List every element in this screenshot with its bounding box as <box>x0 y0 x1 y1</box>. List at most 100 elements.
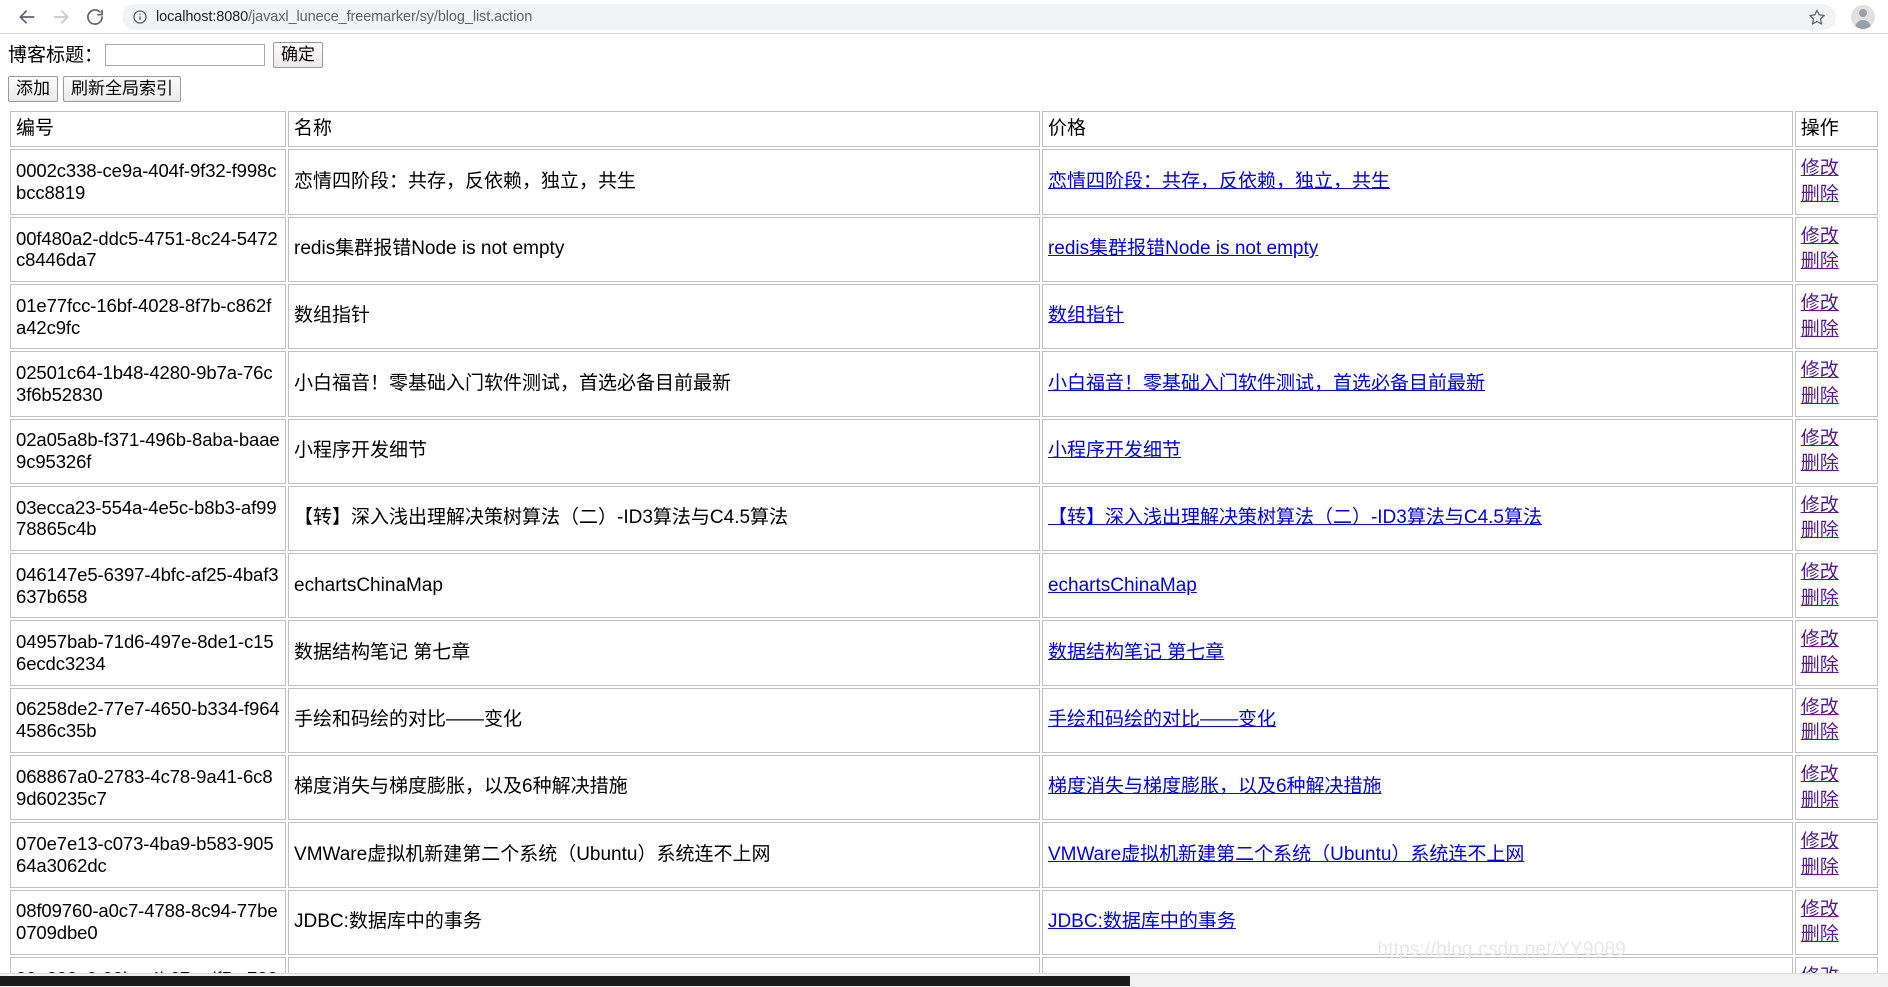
blog-detail-link[interactable]: 小程序开发细节 <box>1048 440 1181 461</box>
blog-detail-link[interactable]: redis集群报错Node is not empty <box>1048 238 1318 259</box>
blog-detail-link[interactable]: 小白福音！零基础入门软件测试，首选必备目前最新 <box>1048 373 1485 394</box>
edit-link[interactable]: 修改 <box>1801 493 1873 519</box>
cell-id: 03ecca23-554a-4e5c-b8b3-af9978865c4b <box>10 485 287 552</box>
cell-id: 02a05a8b-f371-496b-8aba-baae9c95326f <box>10 418 287 484</box>
cell-actions: 修改删除 <box>1794 553 1878 619</box>
scrollbar-thumb[interactable] <box>0 976 1130 986</box>
edit-link[interactable]: 修改 <box>1801 291 1873 317</box>
blog-table: 编号 名称 价格 操作 0002c338-ce9a-404f-9f32-f998… <box>8 109 1880 987</box>
delete-link[interactable]: 删除 <box>1801 922 1873 948</box>
browser-toolbar: localhost:8080/javaxl_lunece_freemarker/… <box>0 0 1888 34</box>
star-icon[interactable] <box>1808 8 1826 26</box>
cell-id: 0002c338-ce9a-404f-9f32-f998cbcc8819 <box>10 149 287 215</box>
url-path: /javaxl_lunece_freemarker/sy/blog_list.a… <box>248 8 533 25</box>
delete-link[interactable]: 删除 <box>1801 384 1873 410</box>
cell-price: 恋情四阶段：共存，反依赖，独立，共生 <box>1041 149 1793 215</box>
cell-actions: 修改删除 <box>1794 418 1878 484</box>
cell-id: 08f09760-a0c7-4788-8c94-77be0709dbe0 <box>10 889 287 955</box>
cell-actions: 修改删除 <box>1794 822 1878 888</box>
cell-price: 手绘和码绘的对比——变化 <box>1041 687 1793 753</box>
cell-name: 手绘和码绘的对比——变化 <box>288 687 1040 753</box>
refresh-index-button[interactable]: 刷新全局索引 <box>63 76 181 102</box>
delete-link[interactable]: 删除 <box>1801 653 1873 679</box>
cell-id: 046147e5-6397-4bfc-af25-4baf3637b658 <box>10 553 287 619</box>
submit-button[interactable]: 确定 <box>273 42 324 68</box>
cell-price: 梯度消失与梯度膨胀，以及6种解决措施 <box>1041 754 1793 821</box>
cell-name: redis集群报错Node is not empty <box>288 216 1040 282</box>
back-button[interactable] <box>10 0 44 34</box>
cell-id: 00f480a2-ddc5-4751-8c24-5472c8446da7 <box>10 216 287 282</box>
info-circle-icon[interactable] <box>132 9 148 25</box>
delete-link[interactable]: 删除 <box>1801 249 1873 275</box>
cell-actions: 修改删除 <box>1794 149 1878 215</box>
blog-detail-link[interactable]: 【转】深入浅出理解决策树算法（二）-ID3算法与C4.5算法 <box>1048 507 1542 528</box>
cell-actions: 修改删除 <box>1794 283 1878 350</box>
edit-link[interactable]: 修改 <box>1801 426 1873 452</box>
column-header-price: 价格 <box>1041 111 1793 148</box>
cell-name: 数据结构笔记 第七章 <box>288 620 1040 686</box>
add-button[interactable]: 添加 <box>8 76 58 102</box>
cell-name: echartsChinaMap <box>288 553 1040 619</box>
delete-link[interactable]: 删除 <box>1801 855 1873 881</box>
table-row: 06258de2-77e7-4650-b334-f9644586c35b 手绘和码… <box>10 687 1878 753</box>
forward-button[interactable] <box>44 0 78 34</box>
url-host: localhost:8080 <box>156 8 249 25</box>
cell-price: 小程序开发细节 <box>1041 418 1793 484</box>
cell-name: JDBC:数据库中的事务 <box>288 889 1040 955</box>
blog-detail-link[interactable]: 梯度消失与梯度膨胀，以及6种解决措施 <box>1048 776 1382 797</box>
delete-link[interactable]: 删除 <box>1801 518 1873 544</box>
cell-actions: 修改删除 <box>1794 754 1878 821</box>
cell-actions: 修改删除 <box>1794 620 1878 686</box>
delete-link[interactable]: 删除 <box>1801 317 1873 343</box>
blog-detail-link[interactable]: VMWare虚拟机新建第二个系统（Ubuntu）系统连不上网 <box>1048 844 1524 865</box>
reload-icon <box>87 8 103 25</box>
reload-button[interactable] <box>78 0 112 34</box>
table-row: 0002c338-ce9a-404f-9f32-f998cbcc8819 恋情四阶… <box>10 149 1878 215</box>
cell-price: 【转】深入浅出理解决策树算法（二）-ID3算法与C4.5算法 <box>1041 485 1793 552</box>
page-content: 博客标题： 确定 添加 刷新全局索引 编号 名称 价格 操作 0002c338-… <box>0 34 1888 987</box>
edit-link[interactable]: 修改 <box>1801 897 1873 923</box>
cell-price: VMWare虚拟机新建第二个系统（Ubuntu）系统连不上网 <box>1041 822 1793 888</box>
cell-name: 【转】深入浅出理解决策树算法（二）-ID3算法与C4.5算法 <box>288 485 1040 552</box>
blog-detail-link[interactable]: 恋情四阶段：共存，反依赖，独立，共生 <box>1048 171 1390 192</box>
cell-price: redis集群报错Node is not empty <box>1041 216 1793 282</box>
blog-detail-link[interactable]: 手绘和码绘的对比——变化 <box>1048 709 1276 730</box>
blog-detail-link[interactable]: JDBC:数据库中的事务 <box>1048 911 1236 932</box>
edit-link[interactable]: 修改 <box>1801 358 1873 384</box>
edit-link[interactable]: 修改 <box>1801 156 1873 182</box>
cell-id: 070e7e13-c073-4ba9-b583-90564a3062dc <box>10 822 287 888</box>
delete-link[interactable]: 删除 <box>1801 788 1873 814</box>
delete-link[interactable]: 删除 <box>1801 586 1873 612</box>
table-row: 02501c64-1b48-4280-9b7a-76c3f6b52830 小白福音… <box>10 351 1878 417</box>
cell-id: 01e77fcc-16bf-4028-8f7b-c862fa42c9fc <box>10 283 287 350</box>
edit-link[interactable]: 修改 <box>1801 627 1873 653</box>
cell-actions: 修改删除 <box>1794 485 1878 552</box>
cell-actions: 修改删除 <box>1794 889 1878 955</box>
cell-actions: 修改删除 <box>1794 216 1878 282</box>
delete-link[interactable]: 删除 <box>1801 720 1873 746</box>
table-row: 03ecca23-554a-4e5c-b8b3-af9978865c4b 【转】深… <box>10 485 1878 552</box>
cell-price: 数组指针 <box>1041 283 1793 350</box>
cell-name: VMWare虚拟机新建第二个系统（Ubuntu）系统连不上网 <box>288 822 1040 888</box>
column-header-id: 编号 <box>10 111 287 148</box>
edit-link[interactable]: 修改 <box>1801 224 1873 250</box>
blog-detail-link[interactable]: 数组指针 <box>1048 305 1124 326</box>
blog-table-container: 编号 名称 价格 操作 0002c338-ce9a-404f-9f32-f998… <box>0 102 1888 987</box>
blog-title-input[interactable] <box>105 44 266 66</box>
delete-link[interactable]: 删除 <box>1801 182 1873 208</box>
blog-detail-link[interactable]: 数据结构笔记 第七章 <box>1048 642 1224 663</box>
arrow-right-icon <box>53 9 69 24</box>
edit-link[interactable]: 修改 <box>1801 829 1873 855</box>
url-text: localhost:8080/javaxl_lunece_freemarker/… <box>156 9 1802 25</box>
profile-button[interactable] <box>1848 2 1878 32</box>
cell-price: 小白福音！零基础入门软件测试，首选必备目前最新 <box>1041 351 1793 417</box>
edit-link[interactable]: 修改 <box>1801 560 1873 586</box>
address-bar[interactable]: localhost:8080/javaxl_lunece_freemarker/… <box>122 3 1836 30</box>
column-header-action: 操作 <box>1794 111 1878 148</box>
horizontal-scrollbar[interactable] <box>0 973 1888 987</box>
edit-link[interactable]: 修改 <box>1801 695 1873 721</box>
cell-id: 02501c64-1b48-4280-9b7a-76c3f6b52830 <box>10 351 287 417</box>
edit-link[interactable]: 修改 <box>1801 762 1873 788</box>
delete-link[interactable]: 删除 <box>1801 451 1873 477</box>
blog-detail-link[interactable]: echartsChinaMap <box>1048 575 1197 596</box>
